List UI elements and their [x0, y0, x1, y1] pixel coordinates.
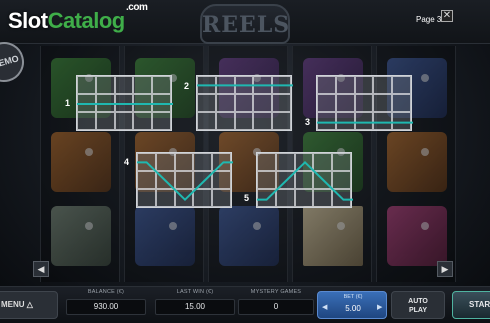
bet-label: BET (€) [343, 294, 363, 300]
chevron-up-icon: △ [26, 300, 33, 309]
game-stage: REELS Page 3/4 ✕ SlotCatalog .com EMO 1 … [0, 0, 490, 323]
bottom-bar: MENU △ BALANCE (€) 930.00 LAST WIN (€) 1… [0, 286, 490, 323]
bet-selector[interactable]: BET (€) 5.00 ◀ ▶ [317, 291, 387, 319]
payline-number: 5 [244, 193, 250, 203]
menu-button[interactable]: MENU △ [0, 291, 58, 319]
balance-value: 930.00 [66, 299, 146, 315]
balance-label: BALANCE (€) [87, 289, 125, 295]
payline-path [137, 161, 233, 202]
payline-line [137, 161, 233, 202]
bet-increase-icon[interactable]: ▶ [377, 303, 382, 311]
watermark-logo: SlotCatalog .com [8, 2, 148, 34]
start-button[interactable]: START [452, 291, 490, 319]
prev-page-icon[interactable]: ◀ [33, 261, 49, 277]
payline-number: 4 [124, 157, 130, 167]
wild-symbol [303, 206, 363, 266]
payline-diagram [76, 75, 173, 131]
payline-path [257, 160, 353, 201]
mystery-games-value: 0 [238, 299, 314, 315]
payline-grid [136, 152, 233, 208]
last-win-value: 15.00 [155, 299, 235, 315]
blue-die-symbol [135, 206, 195, 266]
payline-grid [196, 75, 293, 131]
watermark-catalog: Catalog [47, 8, 126, 33]
bet-decrease-icon[interactable]: ◀ [322, 303, 327, 311]
mystery-games-label: MYSTERY GAMES [250, 289, 302, 295]
auto-play-label-line2: PLAY [408, 307, 428, 314]
payline-path [77, 103, 173, 105]
payline-diagram [136, 152, 233, 208]
next-page-icon[interactable]: ▶ [437, 261, 453, 277]
payline-line [257, 160, 353, 201]
close-icon[interactable]: ✕ [441, 10, 453, 22]
payline-number: 1 [65, 98, 71, 108]
payline-path [317, 121, 413, 124]
menu-label: MENU [1, 300, 25, 309]
payline-path [197, 84, 293, 87]
watermark-slot: Slot [8, 8, 48, 33]
payline-number: 2 [184, 81, 190, 91]
reels-logo: REELS [200, 4, 290, 44]
watermark-com: .com [126, 2, 148, 13]
orange-die-symbol [387, 132, 447, 192]
payline-number: 3 [305, 117, 311, 127]
pink-die-symbol [387, 206, 447, 266]
payline-diagram [196, 75, 293, 131]
payline-diagram [316, 75, 413, 131]
money-symbol [51, 206, 111, 266]
auto-play-button[interactable]: AUTO PLAY [391, 291, 445, 319]
payline-diagram [256, 152, 353, 208]
payline-grid [256, 152, 353, 208]
orange-die-symbol [51, 132, 111, 192]
last-win-label: LAST WIN (€) [176, 289, 214, 295]
reels-logo-text: REELS [202, 12, 291, 38]
demo-badge: EMO [0, 37, 29, 87]
auto-play-label-line1: AUTO [408, 298, 428, 305]
payline-grid [316, 75, 413, 131]
payline-grid [76, 75, 173, 131]
blue-die-symbol [219, 206, 279, 266]
